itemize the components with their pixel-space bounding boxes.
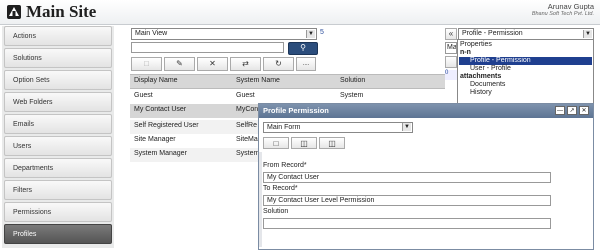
minimize-icon[interactable]: —	[555, 106, 565, 115]
view-select-value: Main View	[135, 30, 168, 37]
sidebar-item-emails[interactable]: Emails	[4, 114, 112, 134]
refresh-button[interactable]: ↻	[263, 57, 294, 71]
form-select[interactable]: Main Form ▼	[263, 122, 413, 133]
collapse-panel-button[interactable]: «	[445, 28, 457, 40]
sidebar-item-permissions[interactable]: Permissions	[4, 202, 112, 222]
list-item[interactable]: Properties	[460, 41, 492, 49]
save-new-button[interactable]: ◫	[291, 137, 317, 149]
save-new-icon: ◫	[300, 139, 308, 148]
form-select-value: Main Form	[267, 124, 301, 131]
list-group-label: attachments	[460, 73, 502, 80]
app-header: Main Site Arunav Gupta Bhanu Soft Tech P…	[0, 0, 600, 25]
cell-display-name: Guest	[134, 92, 153, 99]
save-button[interactable]: □	[263, 137, 289, 149]
sidebar-item-departments[interactable]: Departments	[4, 158, 112, 178]
chevron-down-icon: ▼	[583, 30, 592, 38]
new-record-button[interactable]: □	[131, 57, 162, 71]
close-icon[interactable]: ✕	[579, 106, 589, 115]
save-close-icon: ◫	[328, 139, 336, 148]
edit-button[interactable]: ✎	[164, 57, 195, 71]
popout-icon[interactable]: ↗	[567, 106, 577, 115]
chevron-down-icon: ▼	[306, 30, 315, 38]
sidebar-item-option-sets[interactable]: Option Sets	[4, 70, 112, 90]
cell-system-name: MyCon	[236, 106, 258, 113]
sidebar-item-users[interactable]: Users	[4, 136, 112, 156]
cell-system-name: SelfRe	[236, 122, 258, 129]
double-chevron-left-icon: «	[448, 29, 454, 38]
company-name: Bhanu Soft Tech Pvt. Ltd.	[531, 11, 594, 17]
cell-display-name: My Contact User	[134, 106, 187, 113]
list-group-label: n-n	[460, 49, 471, 56]
merge-button[interactable]: ⇄	[230, 57, 261, 71]
to-record-label: To Record*	[263, 185, 298, 192]
from-record-label: From Record*	[263, 162, 307, 169]
cell-display-name: System Manager	[134, 150, 187, 157]
new-icon: □	[144, 59, 149, 68]
solution-label: Solution	[263, 208, 289, 215]
cell-display-name: Self Registered User	[134, 122, 199, 129]
profile-relation-list: Properties n-n Profile - Permission User…	[457, 39, 594, 104]
right-panel-form-select[interactable]: Ma	[445, 42, 457, 54]
cell-system-name: System	[236, 150, 258, 157]
site-logo-icon	[7, 5, 21, 19]
search-button[interactable]: ⚲	[288, 42, 318, 55]
cell-display-name: Site Manager	[134, 136, 176, 143]
right-panel-button[interactable]	[445, 56, 457, 68]
sidebar-item-actions[interactable]: Actions	[4, 26, 112, 46]
user-name[interactable]: Arunav Gupta	[548, 2, 594, 11]
refresh-icon: ↻	[275, 59, 282, 68]
delete-button[interactable]: ✕	[197, 57, 228, 71]
sidebar: Actions Solutions Option Sets Web Folder…	[2, 26, 114, 248]
page-title: Main Site	[26, 2, 97, 21]
close-icon: ✕	[209, 59, 216, 68]
save-close-button[interactable]: ◫	[319, 137, 345, 149]
save-icon: □	[273, 139, 279, 148]
solution-field[interactable]	[263, 218, 551, 229]
pencil-icon: ✎	[176, 59, 183, 68]
list-item-selected[interactable]: Profile - Permission	[459, 57, 592, 65]
cell-system-name: Guest	[236, 92, 255, 99]
list-item[interactable]: User - Profile	[470, 65, 511, 73]
sidebar-item-solutions[interactable]: Solutions	[4, 48, 112, 68]
right-panel-count: 0	[445, 70, 457, 80]
column-header-solution[interactable]: Solution	[340, 75, 365, 87]
column-header-display-name[interactable]: Display Name	[134, 75, 178, 87]
record-count: 5	[320, 29, 324, 36]
cell-solution: System	[340, 92, 364, 99]
grid-header: Display Name System Name Solution	[130, 74, 445, 89]
sidebar-item-filters[interactable]: Filters	[4, 180, 112, 200]
search-icon: ⚲	[300, 43, 306, 52]
dialog-left-rail	[259, 152, 262, 247]
profile-select-value: Profile - Permission	[462, 30, 523, 37]
list-item[interactable]: History	[470, 89, 492, 97]
column-header-system-name[interactable]: System Name	[236, 75, 280, 87]
table-row[interactable]: Guest Guest System	[130, 90, 445, 104]
from-record-field[interactable]: My Contact User	[263, 172, 551, 183]
to-record-field[interactable]: My Contact User Level Permission	[263, 195, 551, 206]
more-button[interactable]: ....	[296, 57, 316, 71]
search-input[interactable]	[131, 42, 284, 53]
chevron-down-icon: ▼	[402, 123, 411, 131]
profile-permission-dialog: Profile Permission — ↗ ✕ Main Form ▼ □ ◫…	[258, 103, 594, 250]
view-select[interactable]: Main View ▼	[131, 28, 317, 40]
sidebar-item-web-folders[interactable]: Web Folders	[4, 92, 112, 112]
dialog-title[interactable]: Profile Permission	[259, 104, 593, 118]
cell-system-name: SiteMa	[236, 136, 258, 143]
list-item[interactable]: Documents	[470, 81, 505, 89]
merge-icon: ⇄	[242, 59, 249, 68]
sidebar-item-profiles[interactable]: Profiles	[4, 224, 112, 244]
